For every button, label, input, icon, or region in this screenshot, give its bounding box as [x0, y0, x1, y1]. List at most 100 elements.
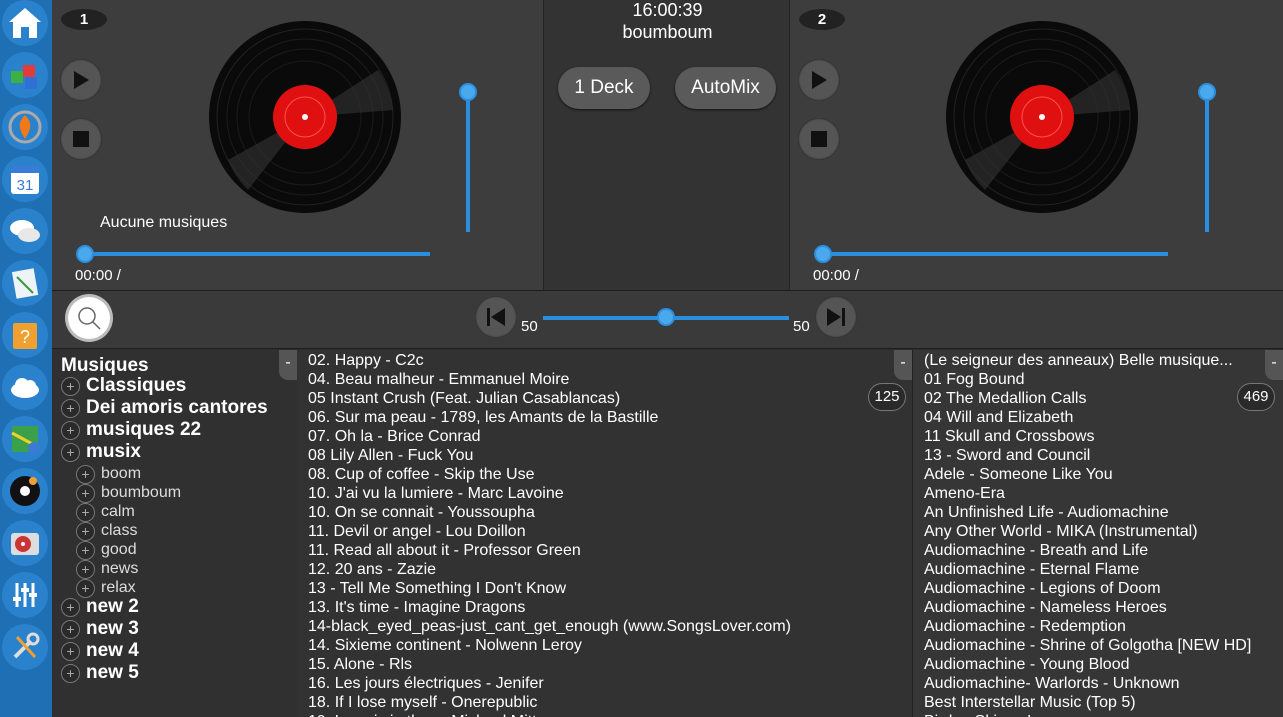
song-item[interactable]: Ameno-Era: [924, 485, 1005, 503]
song-item[interactable]: 08. Cup of coffee - Skip the Use: [308, 466, 535, 484]
mixer-sliders-icon[interactable]: [2, 572, 48, 618]
notepad-icon[interactable]: [2, 260, 48, 306]
song-item[interactable]: 10. J'ai vu la lumiere - Marc Lavoine: [308, 485, 564, 503]
volume-slider-knob[interactable]: [459, 83, 477, 101]
help-book-icon[interactable]: ?: [2, 312, 48, 358]
song-item[interactable]: 12. 20 ans - Zazie: [308, 561, 436, 579]
song-item[interactable]: 02 The Medallion Calls: [924, 390, 1086, 408]
expand-icon[interactable]: +: [61, 641, 80, 661]
song-item[interactable]: 04 Will and Elizabeth: [924, 409, 1073, 427]
expand-icon[interactable]: +: [76, 578, 95, 598]
collapse-button[interactable]: -: [1265, 350, 1283, 380]
expand-icon[interactable]: +: [76, 559, 95, 579]
expand-icon[interactable]: +: [61, 619, 80, 639]
song-item[interactable]: 08 Lily Allen - Fuck You: [308, 447, 473, 465]
song-item[interactable]: 02. Happy - C2c: [308, 352, 424, 370]
expand-icon[interactable]: +: [61, 663, 80, 683]
previous-button[interactable]: [475, 296, 517, 338]
song-item[interactable]: Audiomachine - Legions of Doom: [924, 580, 1161, 598]
song-item[interactable]: Audiomachine - Breath and Life: [924, 542, 1148, 560]
song-item[interactable]: 19. Love is in the ... Michael Mitt: [308, 713, 537, 717]
stop-button[interactable]: [60, 118, 102, 160]
song-item[interactable]: 16. Les jours électriques - Jenifer: [308, 675, 544, 693]
play-button[interactable]: [60, 59, 102, 101]
song-item[interactable]: 13 - Tell Me Something I Don't Know: [308, 580, 566, 598]
volume-slider-track[interactable]: [466, 92, 470, 232]
position-slider-track[interactable]: [823, 252, 1168, 256]
song-item[interactable]: Adele - Someone Like You: [924, 466, 1113, 484]
expand-icon[interactable]: +: [61, 376, 80, 396]
expand-icon[interactable]: +: [76, 540, 95, 560]
song-item[interactable]: Audiomachine - Shrine of Golgotha [NEW H…: [924, 637, 1251, 655]
expand-icon[interactable]: +: [76, 521, 95, 541]
tree-item[interactable]: + Classiques: [61, 375, 186, 397]
position-slider-knob[interactable]: [814, 245, 832, 263]
crossfader-knob[interactable]: [657, 308, 675, 326]
song-item[interactable]: Audiomachine - Nameless Heroes: [924, 599, 1167, 617]
song-item[interactable]: 01 Fog Bound: [924, 371, 1025, 389]
stop-button[interactable]: [798, 118, 840, 160]
tree-item[interactable]: + new 4: [61, 640, 139, 662]
song-item[interactable]: 10. On se connait - Youssoupha: [308, 504, 535, 522]
tools-icon[interactable]: [2, 624, 48, 670]
song-item[interactable]: 06. Sur ma peau - 1789, les Amants de la…: [308, 409, 658, 427]
apps-cube-icon[interactable]: [2, 52, 48, 98]
song-item[interactable]: 13 - Sword and Council: [924, 447, 1090, 465]
expand-icon[interactable]: +: [61, 597, 80, 617]
play-button[interactable]: [798, 59, 840, 101]
expand-icon[interactable]: +: [76, 464, 95, 484]
tree-item[interactable]: + musix: [61, 441, 141, 463]
tree-item[interactable]: + new 3: [61, 618, 139, 640]
calendar-icon[interactable]: 31: [2, 156, 48, 202]
vinyl-record[interactable]: [208, 20, 402, 214]
song-item[interactable]: 14. Sixieme continent - Nolwenn Leroy: [308, 637, 582, 655]
song-item[interactable]: 07. Oh la - Brice Conrad: [308, 428, 481, 446]
expand-icon[interactable]: +: [76, 502, 95, 522]
song-item[interactable]: Audiomachine- Warlords - Unknown: [924, 675, 1180, 693]
song-item[interactable]: (Le seigneur des anneaux) Belle musique.…: [924, 352, 1233, 370]
song-item[interactable]: Best Interstellar Music (Top 5): [924, 694, 1136, 712]
tree-item[interactable]: + new 5: [61, 662, 139, 684]
position-slider-knob[interactable]: [76, 245, 94, 263]
song-item[interactable]: Birdy - Skinny Love: [924, 713, 1062, 717]
tree-item[interactable]: + musiques 22: [61, 419, 201, 441]
expand-icon[interactable]: +: [76, 483, 95, 503]
expand-icon[interactable]: +: [61, 442, 80, 462]
song-item[interactable]: 15. Alone - Rls: [308, 656, 412, 674]
song-item[interactable]: 13. It's time - Imagine Dragons: [308, 599, 525, 617]
tree-item[interactable]: + new 2: [61, 596, 139, 618]
song-item[interactable]: 05 Instant Crush (Feat. Julian Casablanc…: [308, 390, 620, 408]
chat-icon[interactable]: [2, 208, 48, 254]
song-item[interactable]: 11. Devil or angel - Lou Doillon: [308, 523, 526, 541]
vinyl-record[interactable]: [945, 20, 1139, 214]
home-icon[interactable]: [2, 0, 48, 46]
song-item[interactable]: Any Other World - MIKA (Instrumental): [924, 523, 1198, 541]
music-vinyl-icon[interactable]: [2, 468, 48, 514]
search-button[interactable]: [68, 297, 110, 339]
song-item[interactable]: 04. Beau malheur - Emmanuel Moire: [308, 371, 569, 389]
position-slider-track[interactable]: [85, 252, 430, 256]
cloud-icon[interactable]: [2, 364, 48, 410]
song-item[interactable]: 18. If I lose myself - Onerepublic: [308, 694, 537, 712]
expand-icon[interactable]: +: [61, 398, 80, 418]
song-item[interactable]: Audiomachine - Redemption: [924, 618, 1126, 636]
record-player-icon[interactable]: [2, 520, 48, 566]
volume-slider-knob[interactable]: [1198, 83, 1216, 101]
song-item[interactable]: 14-black_eyed_peas-just_cant_get_enough …: [308, 618, 791, 636]
tree-item[interactable]: + Dei amoris cantores: [61, 397, 268, 419]
map-sync-icon[interactable]: [2, 416, 48, 462]
collapse-button[interactable]: -: [279, 350, 297, 380]
fire-icon[interactable]: [2, 104, 48, 150]
one-deck-button[interactable]: 1 Deck: [558, 67, 650, 109]
volume-slider-track[interactable]: [1205, 92, 1209, 232]
automix-button[interactable]: AutoMix: [675, 67, 776, 109]
next-button[interactable]: [815, 296, 857, 338]
expand-icon[interactable]: +: [61, 420, 80, 440]
song-item[interactable]: Audiomachine - Young Blood: [924, 656, 1130, 674]
song-item[interactable]: An Unfinished Life - Audiomachine: [924, 504, 1169, 522]
song-item[interactable]: 11. Read all about it - Professor Green: [308, 542, 581, 560]
song-item[interactable]: 11 Skull and Crossbows: [924, 428, 1094, 446]
center-panel: 16:00:39 boumboum 1 Deck AutoMix: [543, 0, 790, 290]
song-item[interactable]: Audiomachine - Eternal Flame: [924, 561, 1139, 579]
collapse-button[interactable]: -: [894, 350, 912, 380]
